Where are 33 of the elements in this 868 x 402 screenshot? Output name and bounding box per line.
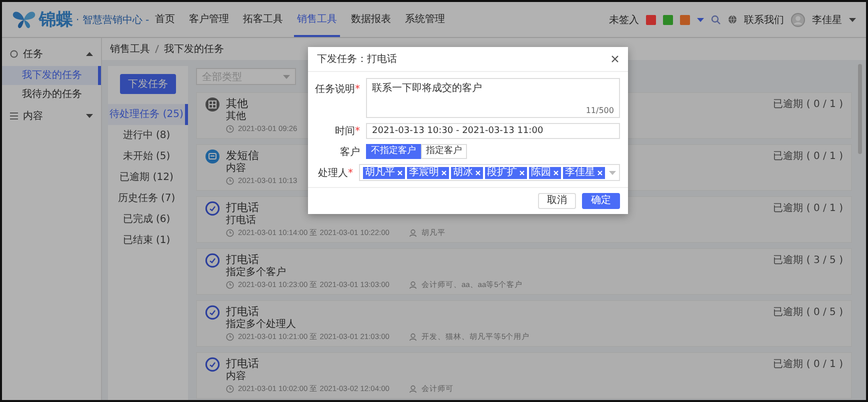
- task-description: 内容: [226, 371, 246, 383]
- task-title: 打电话: [226, 305, 259, 318]
- task-description: 打电话: [226, 215, 256, 227]
- task-description: 指定多个客户: [226, 267, 286, 279]
- task-description: 指定多个处理人: [226, 319, 296, 331]
- dialog-title: 下发任务：打电话: [317, 52, 397, 66]
- logo-text: 锦蝶: [39, 9, 73, 31]
- task-status: 已逾期 ( 0 / 1 ): [773, 150, 843, 164]
- field-label: 任务说明*: [314, 83, 360, 96]
- task-title: 打电话: [226, 253, 259, 266]
- field-label: 时间*: [334, 124, 360, 138]
- handler-tag: 胡冰: [451, 166, 483, 178]
- checkin-status: 未签入: [609, 14, 639, 26]
- handler-tag: 胡凡平: [363, 166, 405, 178]
- field-label: 客户: [339, 146, 360, 158]
- task-description: 其他: [226, 111, 246, 123]
- task-status: 已逾期 ( 0 / 1 ): [773, 202, 843, 216]
- task-status: 已逾期 ( 3 / 5 ): [773, 254, 843, 268]
- task-title: 发短信: [226, 149, 259, 162]
- logo-subtitle: · 智慧营销中心 -: [76, 14, 150, 26]
- task-title: 打电话: [226, 357, 259, 370]
- handler-tag: 陈园: [529, 166, 561, 178]
- breadcrumb-item: 我下发的任务: [164, 42, 224, 56]
- task-status: 已逾期 ( 0 / 1 ): [773, 358, 843, 372]
- handler-tag: 李佳星: [563, 166, 605, 178]
- handler-tag: 李宸明: [407, 166, 449, 178]
- field-label: 处理人*: [317, 166, 353, 180]
- task-title: 其他: [226, 97, 248, 110]
- handler-tag: 段扩扩: [485, 166, 527, 178]
- task-title: 打电话: [226, 201, 259, 214]
- task-status: 已逾期 ( 0 / 1 ): [773, 98, 843, 112]
- task-status: 已逾期 ( 0 / 5 ): [773, 306, 843, 320]
- task-description: 内容: [226, 163, 246, 175]
